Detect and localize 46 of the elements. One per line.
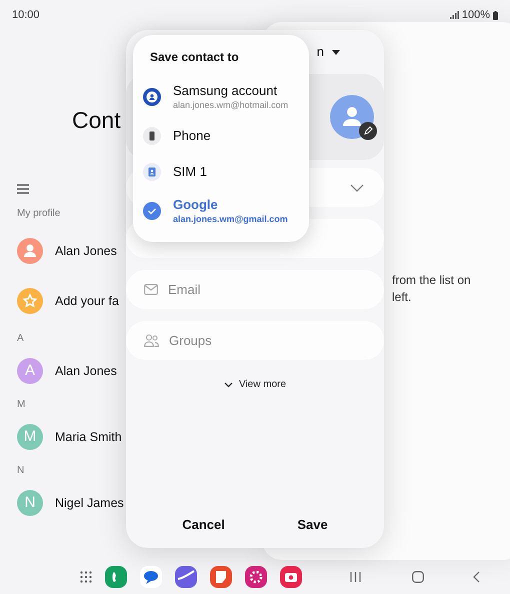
section-header: My profile	[17, 206, 60, 220]
camera-app-icon[interactable]	[280, 566, 302, 588]
menu-icon[interactable]	[17, 184, 29, 194]
edit-pencil-icon[interactable]	[359, 122, 377, 140]
contact-name[interactable]: Alan Jones	[55, 362, 117, 380]
save-button[interactable]: Save	[289, 510, 336, 538]
account-option[interactable]: Google alan.jones.wm@gmail.com	[133, 190, 309, 232]
flower-app-icon[interactable]	[245, 566, 267, 588]
back-icon[interactable]	[473, 571, 480, 583]
hint-text: left.	[392, 289, 412, 306]
contact-name[interactable]: Maria Smith	[55, 428, 122, 446]
letter-avatar: M	[17, 424, 43, 450]
section-header: N	[17, 464, 24, 478]
people-icon	[144, 334, 159, 347]
page-title: Cont	[72, 106, 121, 135]
dropdown-arrow-icon[interactable]	[332, 50, 340, 54]
app-grid-icon[interactable]	[80, 571, 92, 583]
hint-text: from the list on	[392, 272, 472, 289]
contact-name[interactable]: Add your fa	[55, 292, 119, 310]
popup-title: Save contact to	[150, 49, 240, 66]
chevron-down-icon	[350, 184, 364, 192]
account-email: alan.jones.wm@hotmail.com	[173, 99, 288, 111]
account-label[interactable]: n	[316, 42, 324, 62]
battery-icon	[493, 10, 498, 20]
battery-percent: 100%	[462, 8, 490, 23]
letter-avatar: A	[17, 358, 43, 384]
chevron-down-icon	[224, 382, 233, 388]
recents-icon[interactable]	[350, 572, 361, 582]
account-email: alan.jones.wm@gmail.com	[173, 213, 288, 225]
status-time: 10:00	[12, 8, 40, 23]
section-header: M	[17, 398, 26, 412]
phone-app-icon[interactable]	[105, 566, 127, 588]
account-option[interactable]: Phone	[133, 118, 309, 154]
cancel-button[interactable]: Cancel	[174, 510, 233, 538]
account-option[interactable]: Samsung account alan.jones.wm@hotmail.com	[133, 76, 309, 118]
home-icon[interactable]	[412, 571, 424, 583]
envelope-icon	[144, 284, 158, 295]
view-more-button[interactable]: View more	[224, 377, 286, 392]
chat-app-icon[interactable]	[140, 566, 162, 588]
contact-name[interactable]: Alan Jones	[55, 242, 117, 260]
section-header: A	[17, 332, 24, 346]
note-app-icon[interactable]	[210, 566, 232, 588]
account-option[interactable]: SIM 1	[133, 154, 309, 190]
letter-avatar: N	[17, 490, 43, 516]
signal-icon	[450, 11, 459, 19]
contact-name[interactable]: Nigel James	[55, 494, 124, 512]
